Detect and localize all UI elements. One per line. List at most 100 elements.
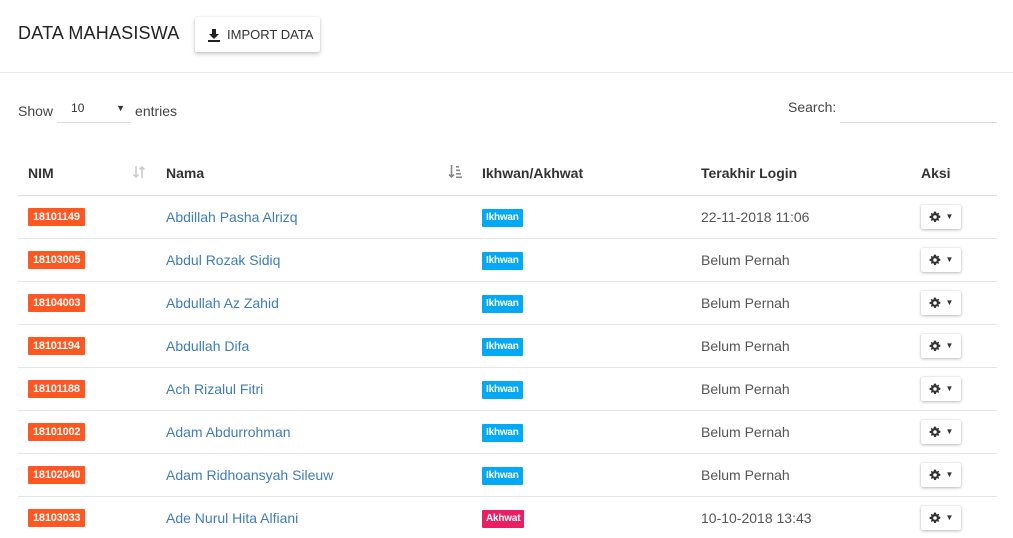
nama-cell: Abdul Rozak Sidiq (156, 238, 472, 282)
row-action-menu-button[interactable]: ▼ (921, 419, 961, 444)
table-header-row: NIM Nama Ikhwan/Akhwat Terakhir Login Ak (18, 152, 997, 196)
row-action-menu-button[interactable]: ▼ (921, 333, 961, 358)
last-login-cell: Belum Pernah (692, 281, 912, 325)
table-row: 18101002 Adam Abdurrohman Ikhwan Belum Pern… (18, 410, 997, 454)
search-input[interactable] (840, 97, 997, 123)
students-table: NIM Nama Ikhwan/Akhwat Terakhir Login Ak (18, 152, 997, 538)
sort-both-icon (132, 165, 146, 179)
page-size-select[interactable]: 10 ▼ (57, 99, 132, 123)
gender-cell: Ikhwan (472, 281, 692, 325)
table-row: 18103005 Abdul Rozak Sidiq Ikhwan Belum Per… (18, 238, 997, 282)
last-login-cell: 22-11-2018 11:06 (692, 195, 912, 239)
student-name-link[interactable]: Abdullah Az Zahid (166, 295, 279, 311)
search-label: Search: (788, 99, 837, 115)
row-action-menu-button[interactable]: ▼ (921, 376, 961, 401)
import-data-button[interactable]: IMPORT DATA (195, 17, 320, 52)
nim-cell: 18104003 (18, 281, 156, 325)
row-action-menu-button[interactable]: ▼ (921, 505, 961, 530)
row-action-menu-button[interactable]: ▼ (921, 290, 961, 315)
column-header-gender[interactable]: Ikhwan/Akhwat (472, 152, 692, 196)
gender-badge: Ikhwan (482, 466, 523, 485)
caret-down-icon: ▼ (945, 255, 954, 264)
row-action-menu-button[interactable]: ▼ (921, 462, 961, 487)
gender-badge: Ikhwan (482, 208, 523, 227)
nim-cell: 18101194 (18, 324, 156, 368)
student-name-link[interactable]: Ade Nurul Hita Alfiani (166, 510, 298, 526)
gear-icon (929, 211, 940, 222)
caret-down-icon: ▼ (945, 212, 954, 221)
page-title: DATA MAHASISWA (18, 23, 180, 43)
gear-icon (929, 340, 940, 351)
column-header-nim[interactable]: NIM (18, 152, 156, 196)
nama-cell: Ade Nurul Hita Alfiani (156, 496, 472, 538)
gender-cell: Ikhwan (472, 324, 692, 368)
table-row: 18104003 Abdullah Az Zahid Ikhwan Belum Per… (18, 281, 997, 325)
download-icon (208, 28, 220, 42)
student-name-link[interactable]: Abdul Rozak Sidiq (166, 252, 280, 268)
nim-badge: 18102040 (28, 466, 86, 484)
gender-cell: Ikhwan (472, 410, 692, 454)
row-action-menu-button[interactable]: ▼ (921, 247, 961, 272)
gear-icon (929, 297, 940, 308)
caret-down-icon: ▼ (945, 341, 954, 350)
gender-cell: Ikhwan (472, 238, 692, 282)
column-header-last-login[interactable]: Terakhir Login (692, 152, 912, 196)
nama-cell: Abdillah Pasha Alrizq (156, 195, 472, 239)
gender-badge: Ikhwan (482, 251, 523, 270)
table-row: 18102040 Adam Ridhoansyah Sileuw Ikhwan Bel… (18, 453, 997, 497)
gender-cell: Ikhwan (472, 453, 692, 497)
gear-icon (929, 254, 940, 265)
nama-cell: Ach Rizalul Fitri (156, 367, 472, 411)
action-cell: ▼ (912, 453, 997, 497)
gender-badge: Akhwat (482, 509, 525, 528)
gender-badge: Ikhwan (482, 294, 523, 313)
gender-cell: Ikhwan (472, 367, 692, 411)
nim-badge: 18104003 (28, 294, 86, 312)
row-action-menu-button[interactable]: ▼ (921, 204, 961, 229)
nama-cell: Abdullah Az Zahid (156, 281, 472, 325)
student-name-link[interactable]: Ach Rizalul Fitri (166, 381, 263, 397)
gender-badge: Ikhwan (482, 423, 523, 442)
action-cell: ▼ (912, 410, 997, 454)
page-size-value: 10 (71, 101, 85, 115)
last-login-cell: Belum Pernah (692, 367, 912, 411)
show-label: Show (18, 103, 54, 119)
last-login-cell: Belum Pernah (692, 453, 912, 497)
gender-cell: Ikhwan (472, 195, 692, 239)
nim-badge: 18101194 (28, 337, 85, 355)
import-data-label: IMPORT DATA (227, 27, 314, 42)
last-login-cell: 10-10-2018 13:43 (701, 509, 812, 526)
gear-icon (929, 383, 940, 394)
caret-down-icon: ▼ (945, 384, 954, 393)
action-cell: ▼ (912, 496, 997, 538)
caret-down-icon: ▼ (945, 427, 954, 436)
page-header: DATA MAHASISWA IMPORT DATA (0, 0, 1013, 73)
entries-label: entries (135, 103, 178, 119)
column-header-aksi: Aksi (912, 152, 997, 196)
caret-down-icon: ▼ (945, 470, 954, 479)
nama-cell: Adam Abdurrohman (156, 410, 472, 454)
last-login-cell: Belum Pernah (692, 238, 912, 282)
page-length-control: Show 10 ▼ entries (18, 99, 177, 123)
sort-ascending-icon (448, 165, 462, 179)
gender-badge: Ikhwan (482, 337, 523, 356)
student-name-link[interactable]: Adam Ridhoansyah Sileuw (166, 467, 333, 483)
table-row: 18103033 Ade Nurul Hita Alfiani Akhwat 10-1… (18, 496, 997, 538)
nim-cell: 18103005 (18, 238, 156, 282)
student-name-link[interactable]: Abdillah Pasha Alrizq (166, 209, 298, 225)
student-name-link[interactable]: Abdullah Difa (166, 338, 249, 354)
caret-down-icon: ▼ (116, 103, 126, 113)
caret-down-icon: ▼ (945, 513, 954, 523)
nama-cell: Adam Ridhoansyah Sileuw (156, 453, 472, 497)
table-row: 18101149 Abdillah Pasha Alrizq Ikhwan 22-11… (18, 195, 997, 239)
gear-icon (929, 426, 940, 437)
student-name-link[interactable]: Adam Abdurrohman (166, 424, 291, 440)
nim-cell: 18103033 (18, 496, 156, 538)
nim-badge: 18101002 (28, 423, 86, 441)
table-row: 18101194 Abdullah Difa Ikhwan Belum Pernah ▼ (18, 324, 997, 368)
nim-cell: 18101149 (18, 195, 156, 239)
nim-badge: 18103005 (28, 251, 86, 269)
action-cell: ▼ (912, 195, 997, 239)
column-header-nama[interactable]: Nama (156, 152, 472, 196)
table-row: 18101188 Ach Rizalul Fitri Ikhwan Belum Per… (18, 367, 997, 411)
